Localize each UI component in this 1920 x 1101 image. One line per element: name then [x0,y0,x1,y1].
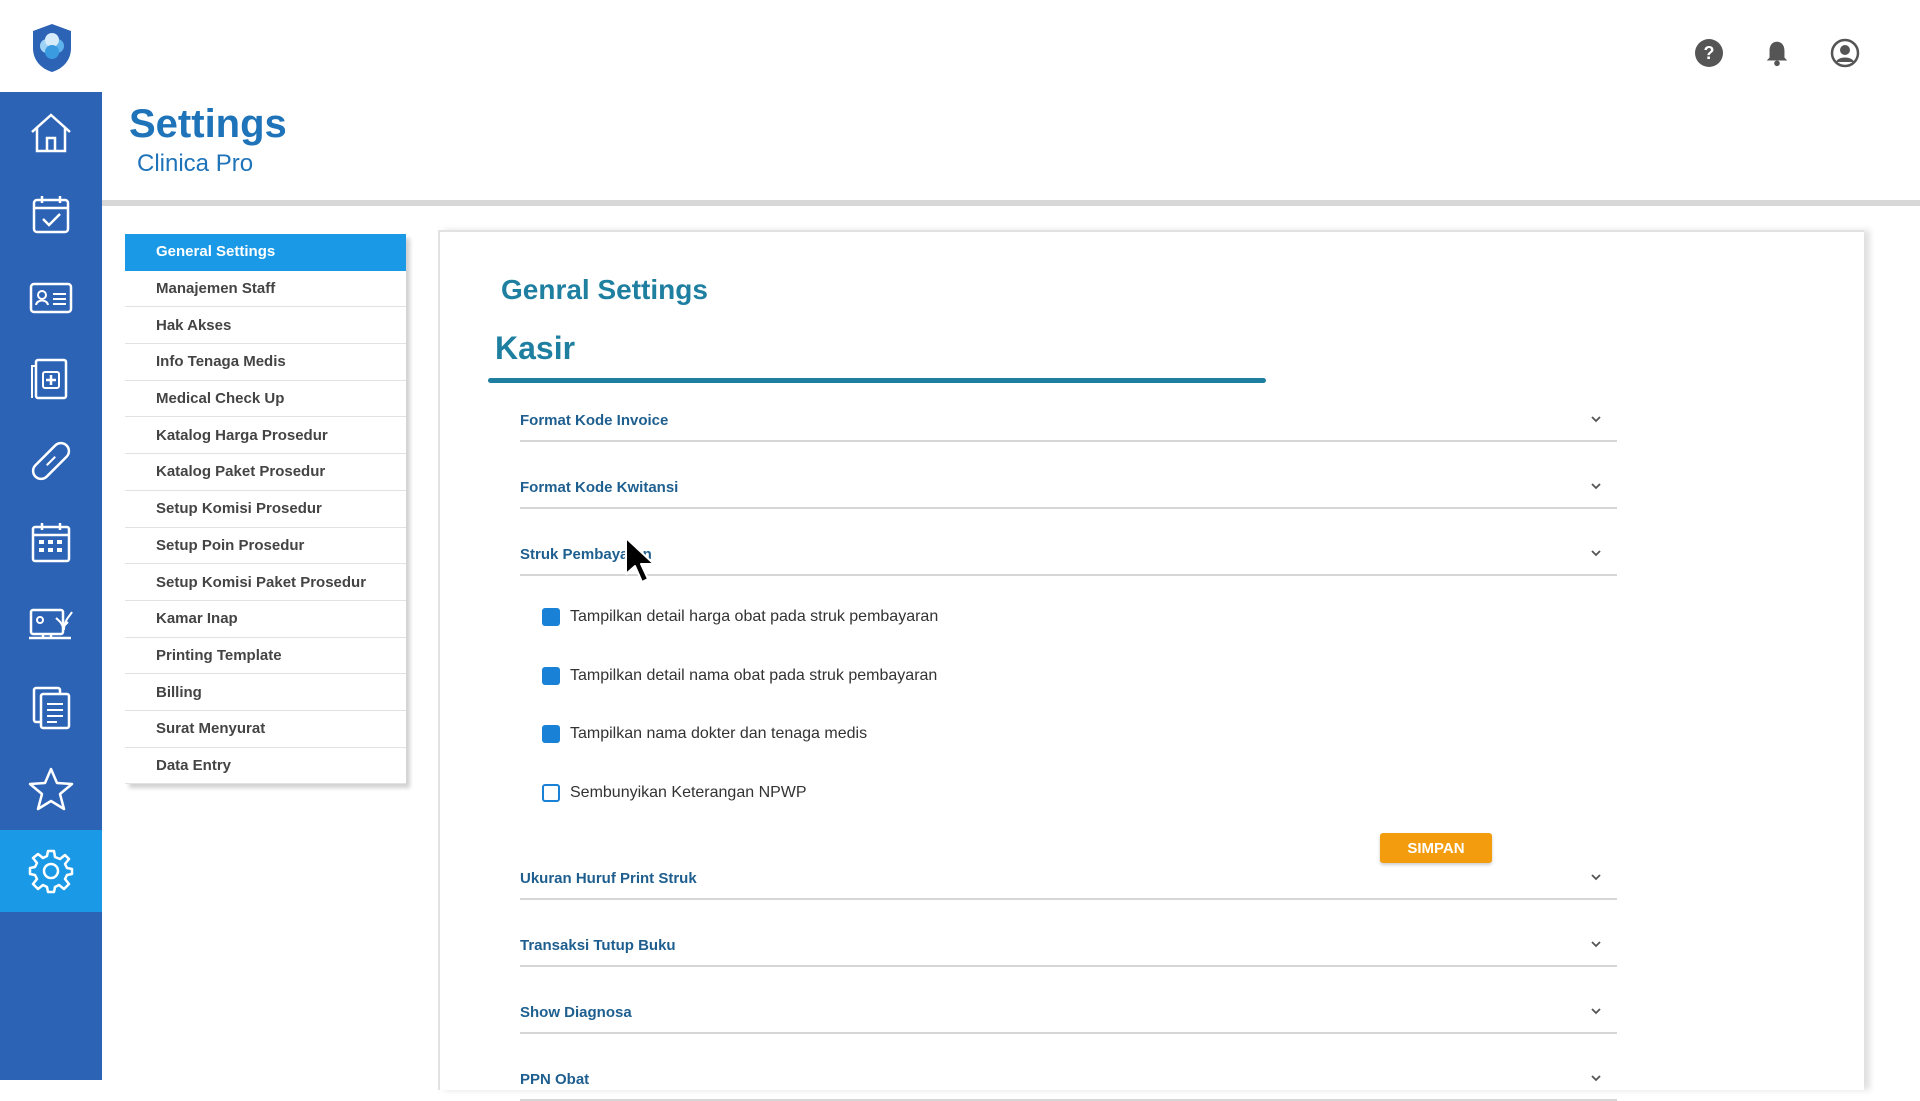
checkbox-checked[interactable] [542,725,560,743]
checkbox-label: Sembunyikan Keterangan NPWP [570,784,807,801]
sidebar-item-medical-records[interactable] [0,338,102,420]
accordion-transaksi-tutup-buku[interactable]: Transaksi Tutup Buku [520,929,1617,967]
sidebar-item-appointments[interactable] [0,174,102,256]
monitor-plant-icon [29,608,73,640]
menu-item-data-entry[interactable]: Data Entry [125,748,406,785]
help-icon[interactable]: ? [1692,36,1726,70]
sidebar-item-schedule[interactable] [0,502,102,584]
accordion-label: Format Kode Kwitansi [520,479,679,496]
checkbox-label: Tampilkan detail harga obat pada struk p… [570,608,939,625]
struk-option-row: Sembunyikan Keterangan NPWP [542,784,807,802]
chevron-down-icon [1591,483,1601,490]
chevron-down-icon [1591,1008,1601,1015]
accordion-ukuran-huruf-print-struk[interactable]: Ukuran Huruf Print Struk [520,862,1617,900]
accordion-label: Format Kode Invoice [520,412,669,429]
sidebar-item-telemedicine[interactable] [0,584,102,666]
user-account-icon[interactable] [1828,36,1862,70]
menu-item-printing-template[interactable]: Printing Template [125,638,406,675]
page-title: Settings [129,102,287,146]
section-title: Kasir [495,330,576,366]
accordion-struk-pembayaran[interactable]: Struk Pembayaran [520,538,1617,576]
id-card-icon [29,282,73,314]
header-divider [102,200,1920,206]
sidebar-item-settings[interactable] [0,830,102,912]
schedule-grid-icon [31,523,71,563]
accordion-label: Show Diagnosa [520,1004,632,1021]
struk-option-row: Tampilkan detail nama obat pada struk pe… [542,667,937,685]
checkbox-checked[interactable] [542,667,560,685]
menu-item-general-settings[interactable]: General Settings [125,234,406,271]
menu-item-manajemen-staff[interactable]: Manajemen Staff [125,271,406,308]
clinic-shield-logo[interactable] [30,22,74,74]
page-header: Settings Clinica Pro [102,92,1920,202]
svg-text:?: ? [1704,43,1715,63]
chevron-down-icon [1591,874,1601,881]
menu-item-medical-check-up[interactable]: Medical Check Up [125,381,406,418]
menu-item-setup-komisi-prosedur[interactable]: Setup Komisi Prosedur [125,491,406,528]
section-underline [488,378,1266,383]
menu-item-kamar-inap[interactable]: Kamar Inap [125,601,406,638]
chevron-down-icon [1591,1075,1601,1082]
chevron-down-icon [1591,416,1601,423]
medical-record-icon [31,358,68,400]
menu-item-billing[interactable]: Billing [125,674,406,711]
menu-item-surat-menyurat[interactable]: Surat Menyurat [125,711,406,748]
menu-item-info-tenaga-medis[interactable]: Info Tenaga Medis [125,344,406,381]
panel-title: Genral Settings [501,274,708,305]
menu-item-setup-komisi-paket-prosedur[interactable]: Setup Komisi Paket Prosedur [125,564,406,601]
menu-item-hak-akses[interactable]: Hak Akses [125,307,406,345]
home-icon [31,113,71,153]
accordion-format-kode-invoice[interactable]: Format Kode Invoice [520,404,1617,442]
sidebar-item-favorites[interactable] [0,748,102,830]
accordion-show-diagnosa[interactable]: Show Diagnosa [520,996,1617,1034]
accordion-format-kode-kwitansi[interactable]: Format Kode Kwitansi [520,471,1617,509]
main-sidebar [0,92,102,1080]
save-button[interactable]: SIMPAN [1380,833,1492,863]
settings-menu: General Settings Manajemen Staff Hak Aks… [125,234,406,785]
menu-item-katalog-harga-prosedur[interactable]: Katalog Harga Prosedur [125,417,406,455]
calendar-check-icon [32,196,70,234]
sidebar-item-patients[interactable] [0,256,102,338]
accordion-label: Transaksi Tutup Buku [520,937,676,954]
accordion-label: Struk Pembayaran [520,546,652,563]
bandage-icon [31,441,71,481]
checkbox-unchecked[interactable] [542,784,560,802]
checkbox-checked[interactable] [542,608,560,626]
sidebar-item-home[interactable] [0,92,102,174]
chevron-down-icon [1591,941,1601,948]
struk-option-row: Tampilkan detail harga obat pada struk p… [542,608,938,626]
menu-item-katalog-paket-prosedur[interactable]: Katalog Paket Prosedur [125,454,406,491]
chevron-down-icon [1591,550,1601,557]
star-icon [28,767,74,811]
menu-item-setup-poin-prosedur[interactable]: Setup Poin Prosedur [125,528,406,565]
page-subtitle: Clinica Pro [137,150,254,177]
accordion-label: Ukuran Huruf Print Struk [520,870,697,887]
top-bar: ? [0,0,1920,92]
gear-icon [28,849,74,894]
sidebar-item-reports[interactable] [0,666,102,748]
accordion-ppn-obat[interactable]: PPN Obat [520,1063,1617,1101]
sidebar-item-treatments[interactable] [0,420,102,502]
clipboard-list-icon [32,686,71,730]
struk-option-row: Tampilkan nama dokter dan tenaga medis [542,725,867,743]
checkbox-label: Tampilkan detail nama obat pada struk pe… [570,667,938,684]
bell-icon[interactable] [1760,36,1794,70]
settings-panel: Genral Settings Kasir Format Kode Invoic… [438,230,1864,1101]
checkbox-label: Tampilkan nama dokter dan tenaga medis [570,725,868,742]
